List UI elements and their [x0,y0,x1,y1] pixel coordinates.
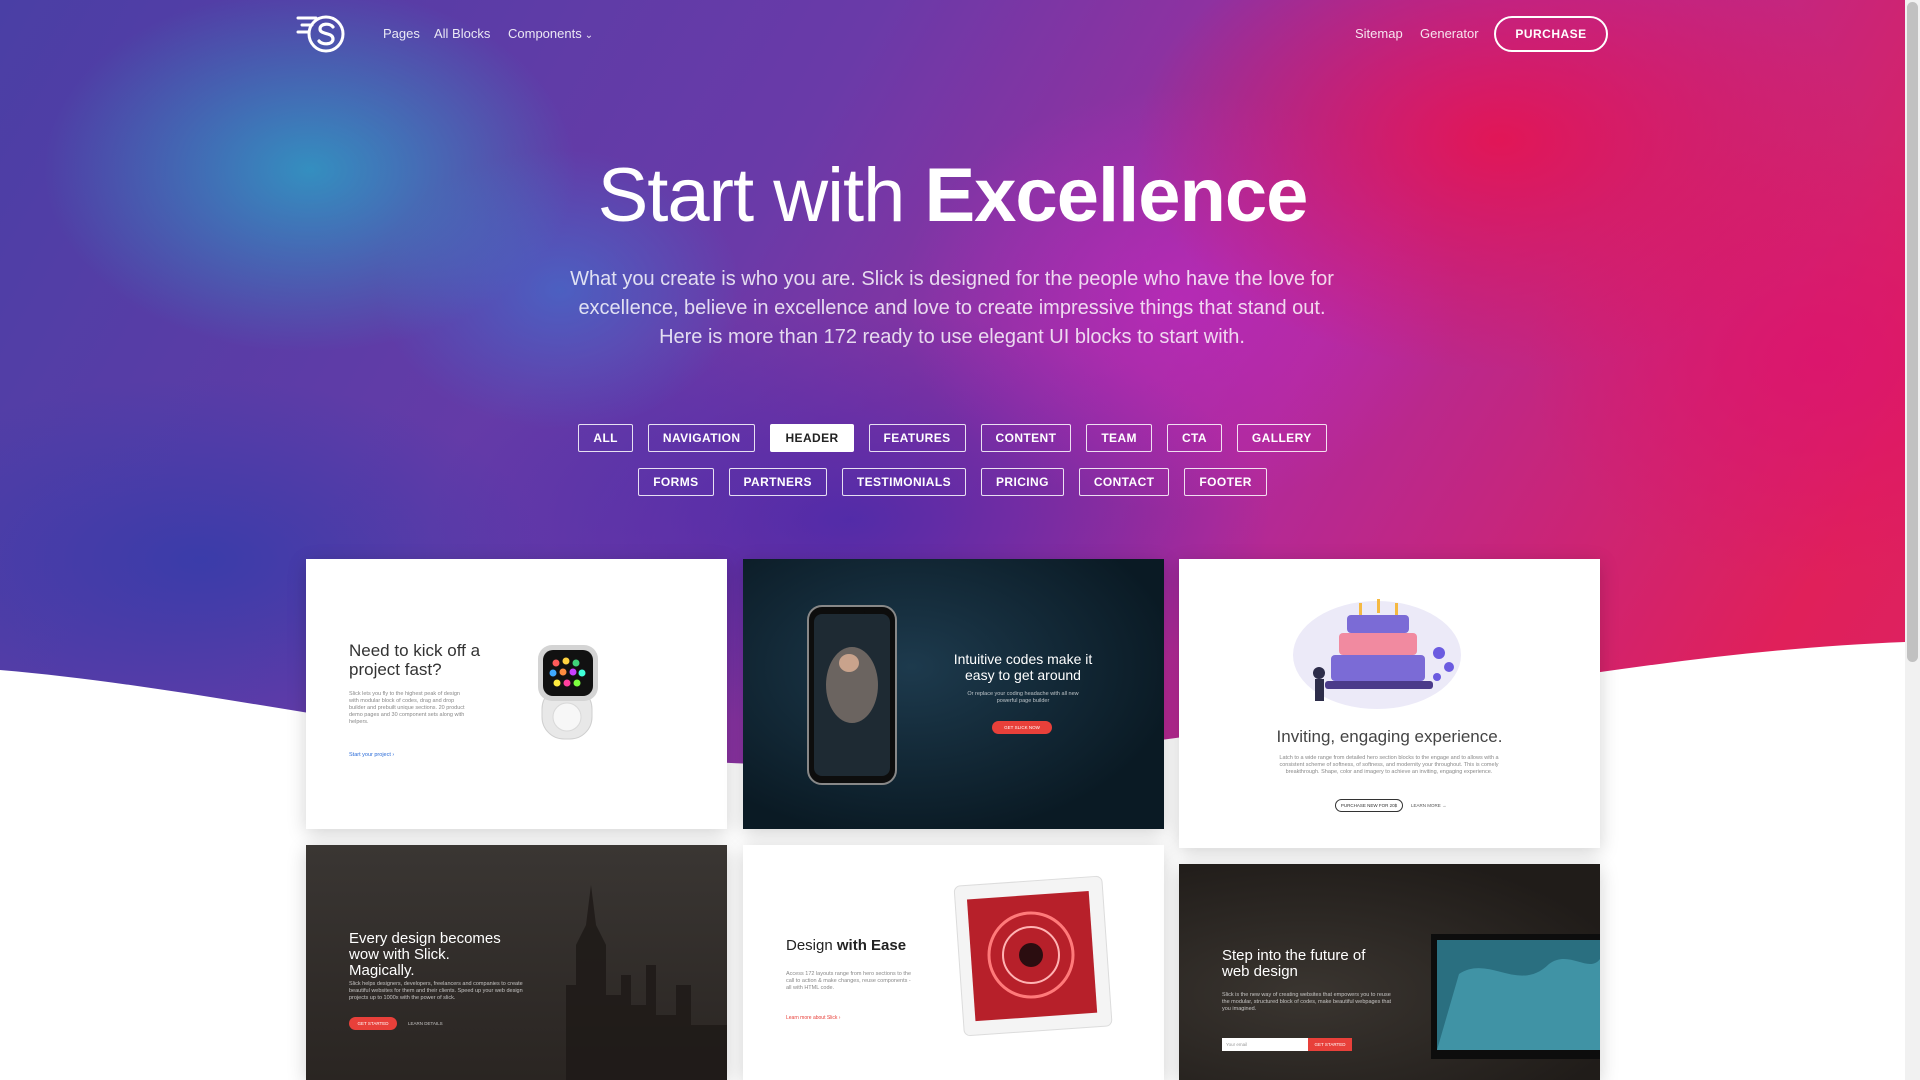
block-card-5[interactable]: Design with Ease Access 172 layouts rang… [743,845,1164,1080]
birthday-cake-illustration-icon [1293,599,1461,709]
block-card-1[interactable]: Need to kick off a project fast? Slick l… [306,559,727,829]
slick-logo-icon[interactable] [296,12,350,54]
filter-gallery[interactable]: GALLERY [1236,424,1327,452]
card-3-title: Inviting, engaging experience. [1276,727,1503,746]
hero-title: Start with Excellence [0,152,1905,239]
smartwatch-icon [538,645,598,740]
card-5-title-light: Design [786,937,833,954]
filter-content[interactable]: CONTENT [980,424,1072,452]
filter-footer[interactable]: FOOTER [1184,468,1267,496]
filter-forms[interactable]: FORMS [638,468,714,496]
filter-testimonials[interactable]: TESTIMONIALS [841,468,966,496]
card-1-title: Need to kick off a project fast? [349,641,481,679]
smartphone-icon [807,605,897,785]
filter-pricing[interactable]: PRICING [981,468,1064,496]
filter-header[interactable]: HEADER [770,424,854,452]
filter-partners[interactable]: PARTNERS [728,468,827,496]
card-5-body: Access 172 layouts range from hero secti… [786,971,912,991]
hero-title-light: Start with [597,153,906,238]
block-card-2[interactable]: Intuitive codes make it easy to get arou… [743,559,1164,829]
filter-row-2: FORMS PARTNERS TESTIMONIALS PRICING CONT… [0,468,1905,496]
purchase-button[interactable]: PURCHASE [1494,16,1608,52]
nav-link-generator[interactable]: Generator [1420,26,1479,41]
filter-navigation[interactable]: NAVIGATION [647,424,756,452]
filter-features[interactable]: FEATURES [868,424,966,452]
block-card-4[interactable]: Every design becomes wow with Slick. Mag… [306,845,727,1080]
filter-row-1: ALL NAVIGATION HEADER FEATURES CONTENT T… [0,424,1905,452]
card-4-link: LEARN DETAILS [408,1021,443,1026]
nav-link-sitemap[interactable]: Sitemap [1355,26,1403,41]
card-6-title: Step into the future of web design [1222,947,1366,980]
card-3-button: PURCHASE NEW FOR 20$ [1335,799,1403,812]
block-card-3[interactable]: Inviting, engaging experience. Latch to … [1179,559,1600,848]
page-scrollbar[interactable] [1905,0,1920,1080]
filter-cta[interactable]: CTA [1166,424,1222,452]
card-1-link-label: Start your project [349,752,391,758]
card-5-title-bold: with Ease [836,937,907,954]
card-5-link-label: Learn more about Slick [786,1015,838,1021]
card-2-body: Or replace your coding headache with all… [967,691,1079,704]
card-5-link: Learn more about Slick › [786,1015,841,1021]
card-4-button: GET STARTED [349,1017,397,1030]
card-2-button: GET SLICK NOW [992,721,1052,734]
nav-link-components-label: Components [508,26,582,41]
filter-all[interactable]: ALL [578,424,633,452]
card-6-body: Slick is the new way of creating website… [1222,992,1392,1012]
nav-link-pages[interactable]: Pages [383,26,420,41]
card-1-body: Slick lets you fly to the highest peak o… [349,691,465,725]
block-card-6[interactable]: Step into the future of web design Slick… [1179,864,1600,1080]
card-3-link: LEARN MORE → [1411,803,1447,808]
scrollbar-thumb[interactable] [1907,2,1918,662]
top-navbar: Pages All Blocks Components ⌄ Sitemap Gen… [0,0,1905,68]
card-3-link-label: LEARN MORE [1411,803,1441,808]
skyline-silhouette-icon [566,885,727,1080]
filter-contact[interactable]: CONTACT [1078,468,1170,496]
card-3-body: Latch to a wide range from detailed hero… [1279,755,1499,775]
filter-team[interactable]: TEAM [1086,424,1152,452]
card-6-button: GET STARTED [1308,1038,1352,1051]
nav-link-all-blocks[interactable]: All Blocks [434,26,490,41]
card-5-title: Design with Ease [786,937,906,954]
card-1-link: Start your project › [349,752,395,758]
card-4-title: Every design becomes wow with Slick. Mag… [349,930,501,979]
chevron-down-icon: ⌄ [584,30,594,41]
hero-description: What you create is who you are. Slick is… [570,268,1334,348]
desktop-monitor-icon [1431,934,1600,1059]
abstract-frame-artwork-icon [953,875,1113,1037]
nav-link-components[interactable]: Components ⌄ [508,26,593,41]
hero-title-bold: Excellence [924,153,1308,238]
card-4-body: Slick helps designers, developers, freel… [349,981,523,1001]
card-2-title: Intuitive codes make it easy to get arou… [953,651,1093,683]
card-6-email-input: Your email [1222,1038,1308,1051]
